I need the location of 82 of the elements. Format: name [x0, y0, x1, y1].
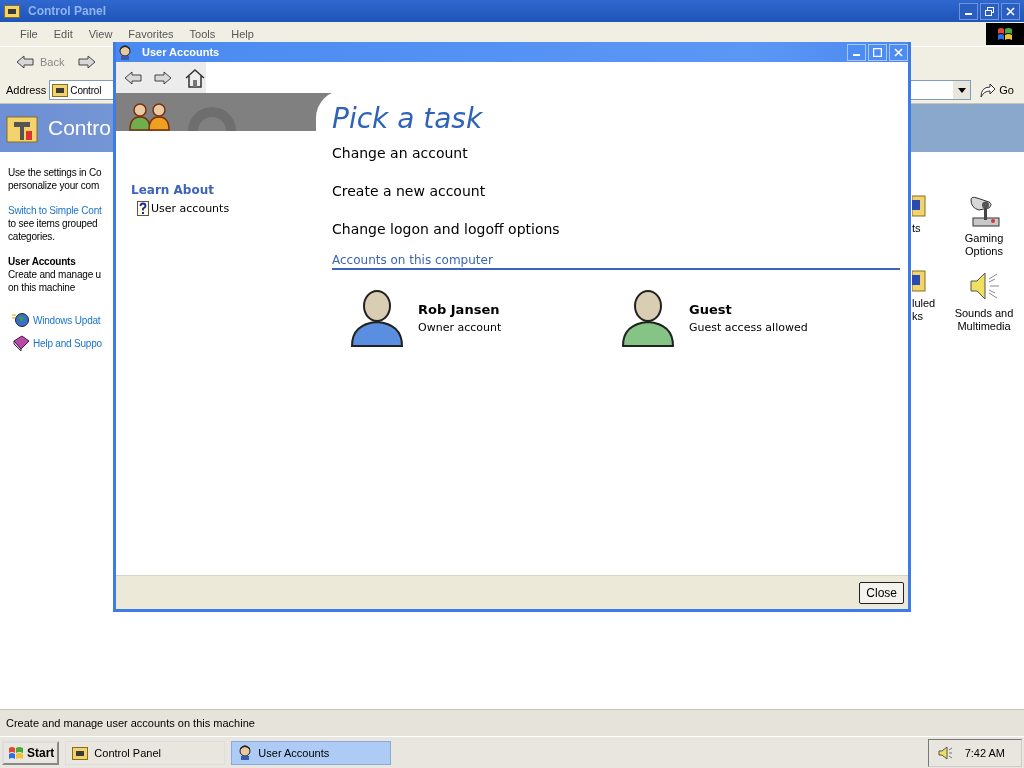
maximize-button[interactable] — [868, 43, 887, 61]
forward-arrow-icon — [154, 70, 172, 85]
restore-button[interactable] — [980, 2, 999, 20]
account-type: Owner account — [418, 321, 502, 334]
go-button[interactable]: Go — [974, 82, 1024, 98]
taskbar-button[interactable]: Control Panel — [65, 740, 226, 765]
help-link[interactable]: User accounts — [151, 202, 230, 215]
menu-item[interactable]: File — [12, 28, 46, 40]
user-avatar-icon — [348, 288, 406, 348]
speaker-icon — [936, 744, 953, 761]
dropdown-button[interactable] — [953, 81, 971, 99]
menu-item[interactable]: View — [80, 28, 121, 40]
item-label[interactable]: Gaming Options — [964, 232, 1004, 258]
description-text: on this machine — [8, 281, 77, 294]
help-icon — [137, 201, 149, 216]
user-accounts-icon — [238, 745, 253, 760]
forward-button[interactable] — [152, 68, 174, 87]
menu-item[interactable]: Favorites — [120, 28, 182, 40]
folder-icon — [912, 269, 926, 293]
close-button[interactable] — [1001, 2, 1020, 20]
close-button[interactable]: Close — [859, 581, 904, 604]
window-title: Control Panel — [28, 4, 106, 18]
minimize-icon — [853, 54, 860, 56]
maximize-icon — [873, 47, 882, 57]
back-button[interactable] — [122, 68, 144, 87]
see-also-link[interactable]: Help and Suppo — [33, 336, 102, 350]
window-title: User Accounts — [142, 46, 220, 58]
close-icon — [1006, 6, 1015, 16]
forward-arrow-icon — [78, 55, 97, 69]
address-label: Address — [6, 84, 47, 96]
description-text: Create and manage u — [8, 268, 102, 281]
close-button[interactable] — [889, 43, 908, 61]
minimize-icon — [965, 13, 972, 15]
user-avatar-icon — [619, 288, 677, 348]
account-name: Rob Jansen — [418, 302, 501, 317]
account-tile[interactable]: Guest Guest access allowed — [619, 288, 890, 348]
restore-icon — [985, 6, 994, 16]
page-heading: Pick a task — [332, 102, 484, 135]
back-arrow-icon — [124, 70, 142, 85]
description-text: categories. — [8, 230, 56, 243]
control-panel-icon — [4, 4, 20, 18]
caret-icon — [957, 87, 966, 93]
globe-icon — [12, 312, 30, 328]
header-title: Contro — [48, 116, 112, 140]
clock: 7:42 AM — [964, 746, 1005, 759]
control-panel-icon — [72, 745, 89, 760]
see-also-link[interactable]: Windows Updat — [33, 313, 101, 327]
item-label[interactable]: Sounds and Multimedia — [954, 307, 1014, 333]
go-arrow-icon — [978, 82, 997, 98]
menu-item[interactable]: Edit — [45, 28, 81, 40]
taskbar-button[interactable]: User Accounts — [231, 740, 392, 765]
status-bar: Create and manage user accounts on this machine — [0, 709, 1024, 736]
item-label[interactable]: luled ks — [912, 297, 936, 323]
section-title: Accounts on this computer — [332, 253, 900, 270]
control-panel-icon — [52, 83, 69, 97]
description-text: Use the settings in Co — [8, 166, 103, 179]
menu-item[interactable]: Tools — [181, 28, 224, 40]
user-accounts-icon — [118, 44, 132, 60]
menu-item[interactable]: Help — [223, 28, 262, 40]
back-arrow-icon — [16, 55, 34, 69]
task-link[interactable]: Change an account — [332, 145, 900, 183]
task-link[interactable]: Create a new account — [332, 183, 900, 221]
minimize-button[interactable] — [847, 43, 866, 61]
users-icon — [128, 101, 172, 131]
windows-logo-icon — [996, 26, 1014, 42]
minimize-button[interactable] — [959, 2, 978, 20]
section-title: Learn About — [131, 183, 215, 197]
description-text: personalize your com — [8, 179, 101, 192]
item-label[interactable]: ts — [912, 222, 921, 235]
description-text: to see items grouped — [8, 217, 99, 230]
close-icon — [894, 47, 903, 57]
account-tile[interactable]: Rob Jansen Owner account — [348, 288, 619, 348]
selected-item-title: User Accounts — [8, 255, 77, 268]
start-button[interactable]: Start — [2, 740, 60, 765]
switch-view-link[interactable]: Switch to Simple Cont — [8, 204, 108, 217]
folder-icon — [912, 194, 926, 218]
book-icon — [12, 335, 30, 351]
account-name: Guest — [689, 302, 733, 317]
joystick-icon — [967, 194, 1001, 228]
account-type: Guest access allowed — [689, 321, 808, 334]
windows-logo-icon — [7, 744, 25, 761]
tools-folder-icon — [6, 113, 38, 143]
